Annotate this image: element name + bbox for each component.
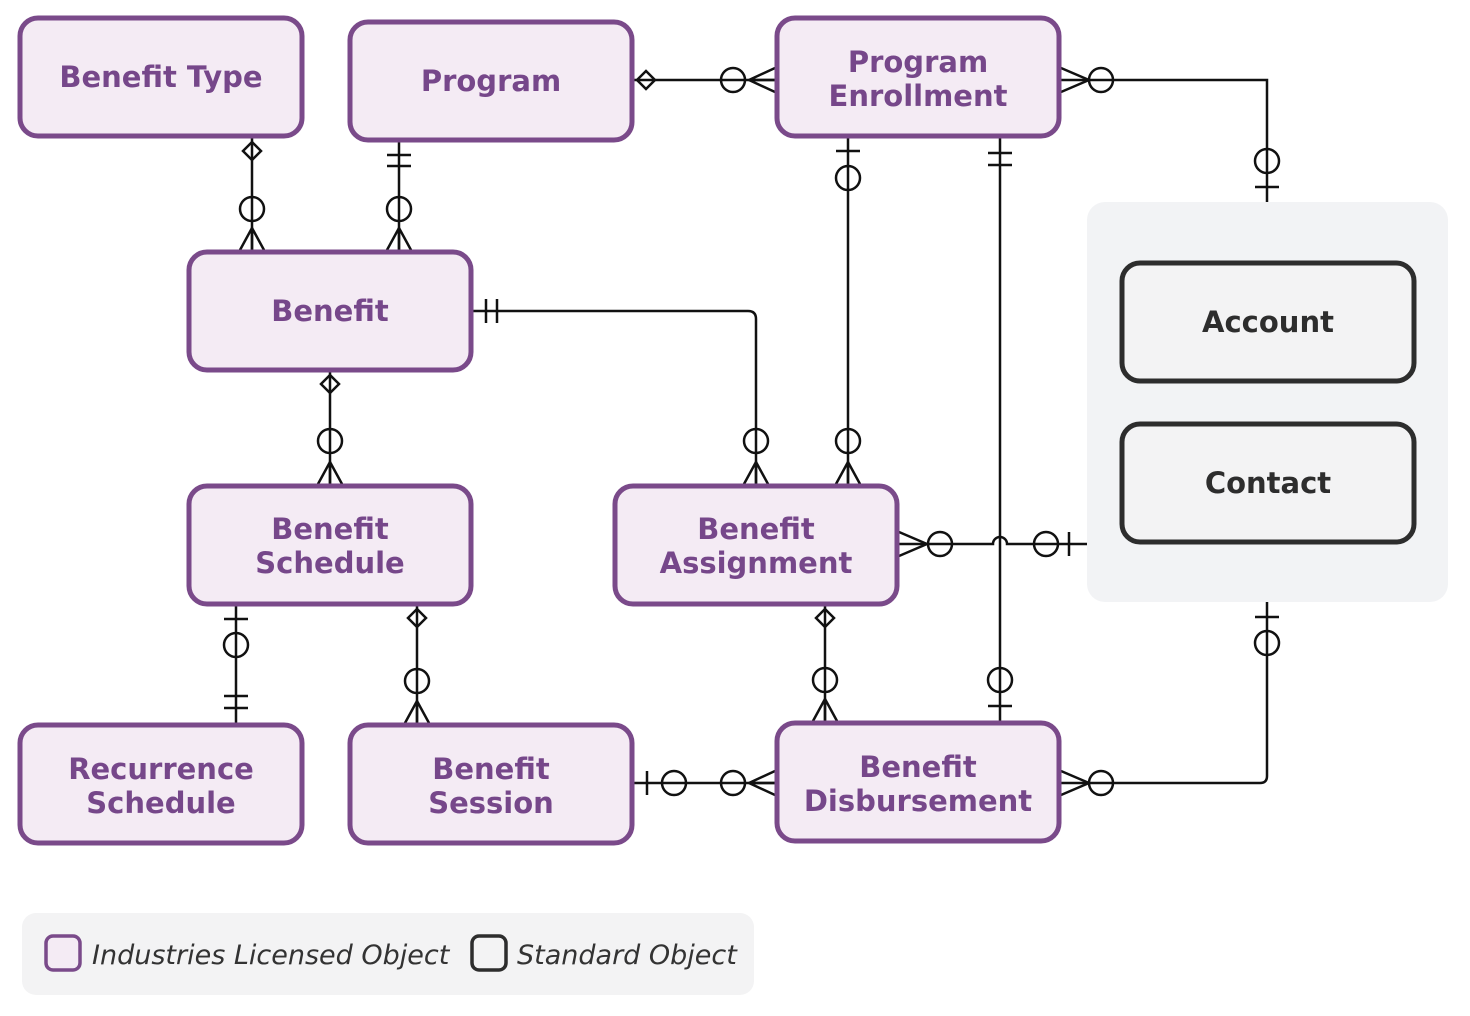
entity-label: Disbursement [804,784,1032,818]
licensed-swatch [44,934,82,972]
entity-program-enrollment[interactable]: Program Enrollment [774,15,1062,139]
crows-foot-icon [834,461,862,485]
relationship-line [471,309,758,486]
legend-standard-label: Standard Object [517,940,738,971]
crows-foot-icon [748,66,776,94]
erd-diagram: Benefit Type Program Program Enrollment … [17,15,1448,995]
standard-swatch [470,934,508,972]
relationship-line [1059,602,1269,785]
entity-benefit-schedule[interactable]: Benefit Schedule [186,483,474,607]
crows-foot-icon [316,461,344,485]
crows-foot-icon [403,700,431,724]
crows-foot-icon [742,461,770,485]
entity-label: Benefit [859,750,977,784]
entity-label: Benefit [271,294,389,328]
legend: Industries Licensed Object Standard Obje… [22,913,754,995]
crows-foot-icon [748,769,776,797]
entity-label: Contact [1205,466,1331,500]
crows-foot-icon [238,227,266,251]
entity-label: Schedule [86,786,235,820]
entity-label: Benefit Type [59,60,262,94]
relationship-line [1059,78,1269,202]
legend-licensed-label: Industries Licensed Object [92,940,451,971]
entity-label: Account [1202,305,1334,339]
entity-benefit[interactable]: Benefit [186,249,474,373]
entity-benefit-disbursement[interactable]: Benefit Disbursement [774,720,1062,844]
entity-benefit-type[interactable]: Benefit Type [17,15,305,139]
entity-label: Benefit [271,512,389,546]
entity-label: Schedule [255,546,404,580]
entity-recurrence-schedule[interactable]: Recurrence Schedule [17,722,305,846]
entity-benefit-session[interactable]: Benefit Session [347,722,635,846]
entity-program[interactable]: Program [347,19,635,143]
entity-label: Enrollment [829,79,1008,113]
entity-label: Program [848,45,988,79]
entity-label: Session [428,786,554,820]
entity-benefit-assignment[interactable]: Benefit Assignment [612,483,900,607]
entity-label: Recurrence [68,752,254,786]
entity-account[interactable]: Account [1119,260,1417,384]
entity-label: Benefit [697,512,815,546]
crows-foot-icon [385,227,413,251]
entity-label: Benefit [432,752,550,786]
entity-label: Assignment [660,546,853,580]
crows-foot-icon [811,698,839,722]
entity-contact[interactable]: Contact [1119,421,1417,545]
entity-label: Program [421,64,561,98]
